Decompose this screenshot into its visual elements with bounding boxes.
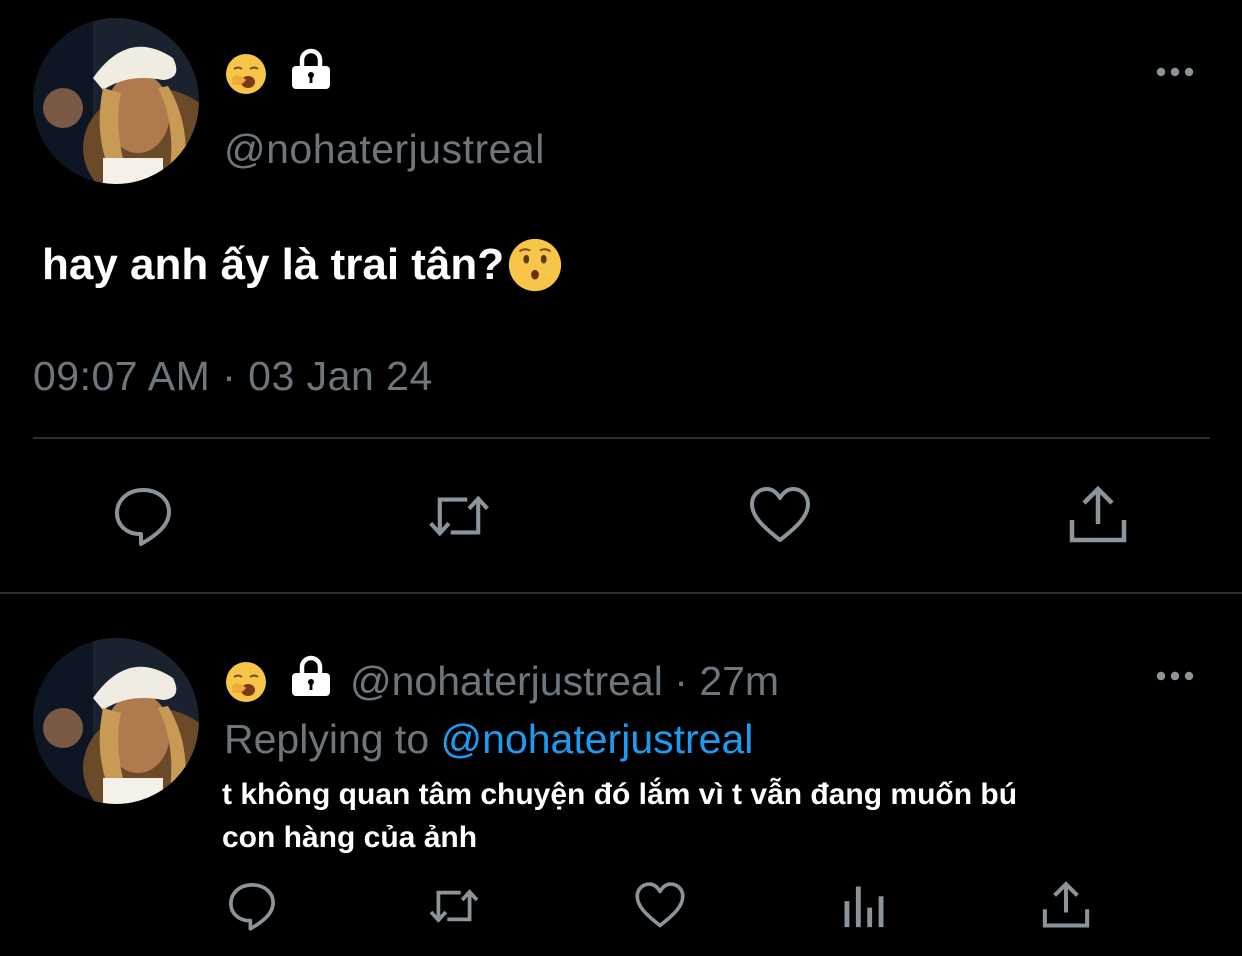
share-button[interactable] <box>1040 880 1092 932</box>
reply-text: t không quan tâm chuyện đó lắm vì t vẫn … <box>222 773 1142 859</box>
retweet-button[interactable] <box>427 484 491 548</box>
retweet-button[interactable] <box>428 880 480 932</box>
reply-button[interactable] <box>111 484 175 548</box>
more-dots-icon[interactable] <box>1155 670 1195 682</box>
more-dots-icon[interactable] <box>1155 66 1195 78</box>
share-icon <box>1042 881 1090 928</box>
tweet-text: hay anh ấy là trai tân? <box>42 240 505 289</box>
section-divider <box>0 592 1242 594</box>
reply-time[interactable]: 27m <box>699 658 779 704</box>
reply-icon <box>115 488 171 546</box>
tweet-author-handle[interactable]: @nohaterjustreal <box>224 126 545 173</box>
tweet-body: hay anh ấy là trai tân? <box>42 236 564 294</box>
reply-author-handle[interactable]: @nohaterjustreal <box>350 658 663 704</box>
like-icon <box>635 882 685 928</box>
analytics-button[interactable] <box>838 880 890 932</box>
lock-icon <box>292 48 330 89</box>
like-button[interactable] <box>748 484 812 548</box>
share-icon <box>1069 485 1127 543</box>
yawning-face-emoji <box>226 662 266 702</box>
lock-icon <box>292 655 330 696</box>
avatar-photo <box>33 18 199 184</box>
retweet-icon <box>429 889 479 923</box>
analytics-icon <box>844 886 884 928</box>
reply-text-line: t không quan tâm chuyện đó lắm vì t vẫn … <box>222 778 1018 811</box>
reply-button[interactable] <box>226 880 278 932</box>
like-button[interactable] <box>634 880 686 932</box>
share-button[interactable] <box>1066 484 1130 548</box>
retweet-icon <box>429 495 489 537</box>
hushed-face-emoji <box>509 238 562 292</box>
yawning-face-emoji <box>226 54 266 94</box>
divider <box>33 437 1210 439</box>
avatar-photo <box>33 638 199 804</box>
reply-icon <box>229 883 275 931</box>
separator: · <box>674 658 688 704</box>
reply-header: @nohaterjustreal · 27m <box>350 658 779 705</box>
tweet-timestamp[interactable]: 09:07 AM · 03 Jan 24 <box>33 353 433 400</box>
replying-to: Replying to @nohaterjustreal <box>224 716 753 763</box>
avatar[interactable] <box>33 18 199 184</box>
reply-text-line: con hàng của ảnh <box>222 821 478 854</box>
replying-prefix: Replying to <box>224 716 430 762</box>
like-icon <box>750 487 810 542</box>
replying-mention-link[interactable]: @nohaterjustreal <box>441 716 754 762</box>
reply-avatar[interactable] <box>33 638 199 804</box>
